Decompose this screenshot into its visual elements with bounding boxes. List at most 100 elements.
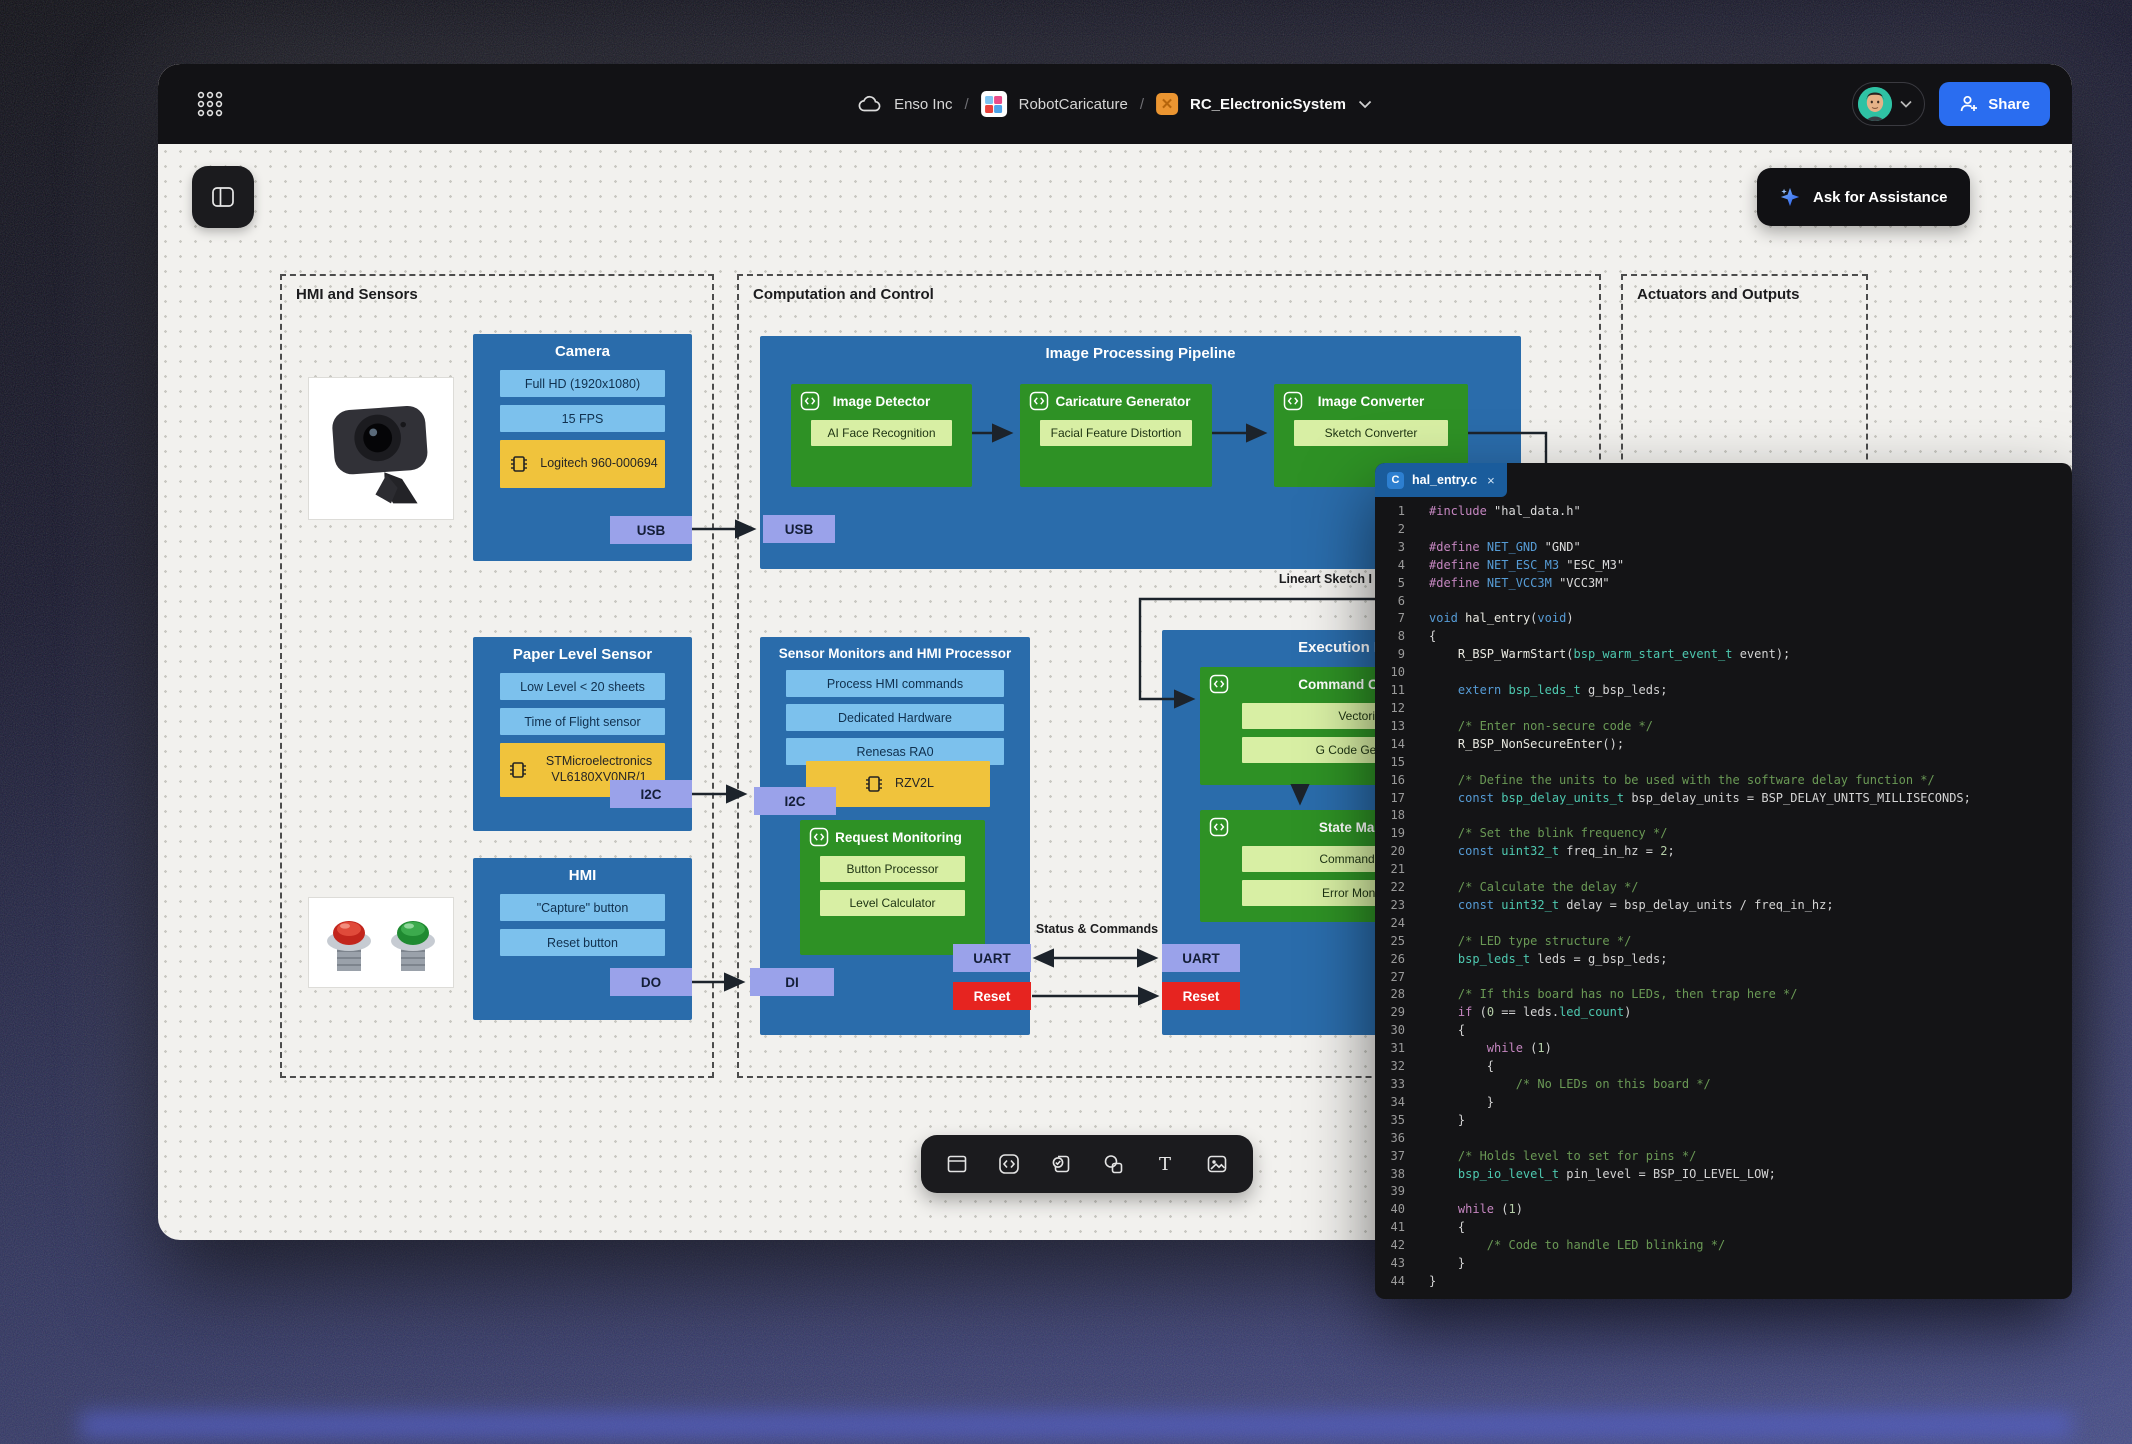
spec-row[interactable]: Low Level < 20 sheets xyxy=(500,673,665,700)
code-line: 18 xyxy=(1375,807,2072,825)
code-line: 41 { xyxy=(1375,1219,2072,1237)
text-icon: T xyxy=(1153,1152,1177,1176)
code-tool-button[interactable] xyxy=(992,1147,1026,1181)
section-title: Computation and Control xyxy=(753,286,934,303)
breadcrumb-org[interactable]: Enso Inc xyxy=(894,96,952,113)
code-line: 39 xyxy=(1375,1183,2072,1201)
block-title: Paper Level Sensor xyxy=(473,637,692,663)
spec-row[interactable]: Process HMI commands xyxy=(786,670,1004,697)
shapes-icon xyxy=(1101,1152,1125,1176)
toggle-sidebar-button[interactable] xyxy=(192,166,254,228)
account-menu[interactable] xyxy=(1852,82,1925,126)
camera-block[interactable]: Camera Full HD (1920x1080) 15 FPS Logite… xyxy=(473,334,692,561)
tab-filename: hal_entry.c xyxy=(1412,473,1477,487)
port-tag-usb[interactable]: USB xyxy=(610,516,692,544)
webcam-photo[interactable] xyxy=(308,377,454,520)
port-tag-do[interactable]: DO xyxy=(610,968,692,996)
person-plus-icon xyxy=(1959,94,1979,114)
image-detector-block[interactable]: Image Detector AI Face Recognition xyxy=(791,384,972,487)
code-line: 16 /* Define the units to be used with t… xyxy=(1375,772,2072,790)
code-icon xyxy=(800,391,820,414)
port-tag-i2c[interactable]: I2C xyxy=(610,780,692,808)
code-line: 28 /* If this board has no LEDs, then tr… xyxy=(1375,986,2072,1004)
caricature-generator-block[interactable]: Caricature Generator Facial Feature Dist… xyxy=(1020,384,1212,487)
code-line: 7void hal_entry(void) xyxy=(1375,610,2072,628)
shapes-tool-button[interactable] xyxy=(1096,1147,1130,1181)
breadcrumb-project[interactable]: RobotCaricature xyxy=(1019,96,1128,113)
chip-icon xyxy=(506,758,530,782)
breadcrumb: Enso Inc / RobotCaricature / ✕ RC_Electr… xyxy=(858,91,1372,117)
port-tag-di[interactable]: DI xyxy=(750,968,834,996)
desktop-background: { "topbar": { "org": "Enso Inc", "projec… xyxy=(0,0,2132,1444)
frame-tool-button[interactable] xyxy=(940,1147,974,1181)
code-line: 31 while (1) xyxy=(1375,1040,2072,1058)
stage-row[interactable]: Button Processor xyxy=(820,856,965,882)
hardware-label: RZV2L xyxy=(895,776,934,792)
close-icon[interactable]: × xyxy=(1487,473,1495,488)
code-line: 8{ xyxy=(1375,628,2072,646)
breadcrumb-separator: / xyxy=(1140,96,1144,113)
ask-assistance-button[interactable]: Ask for Assistance xyxy=(1757,168,1970,226)
code-line: 42 /* Code to handle LED blinking */ xyxy=(1375,1237,2072,1255)
chip-icon xyxy=(507,452,531,476)
code-icon xyxy=(1209,674,1229,697)
port-tag-uart[interactable]: UART xyxy=(953,944,1031,972)
spec-row[interactable]: Time of Flight sensor xyxy=(500,708,665,735)
paper-level-sensor-block[interactable]: Paper Level Sensor Low Level < 20 sheets… xyxy=(473,637,692,831)
block-title: Camera xyxy=(473,334,692,360)
code-line: 32 { xyxy=(1375,1058,2072,1076)
grid-dots-icon xyxy=(195,89,225,119)
code-line: 20 const uint32_t freq_in_hz = 2; xyxy=(1375,843,2072,861)
share-button[interactable]: Share xyxy=(1939,82,2050,126)
port-tag-reset[interactable]: Reset xyxy=(1162,982,1240,1010)
arcade-buttons-photo[interactable] xyxy=(308,897,454,988)
hmi-block[interactable]: HMI "Capture" button Reset button DO xyxy=(473,858,692,1020)
spec-row[interactable]: Dedicated Hardware xyxy=(786,704,1004,731)
code-line: 25 /* LED type structure */ xyxy=(1375,933,2072,951)
request-monitoring-block[interactable]: Request Monitoring Button Processor Leve… xyxy=(800,820,985,955)
code-editor-panel: C hal_entry.c × 1#include "hal_data.h"23… xyxy=(1375,463,2072,1299)
port-tag-uart[interactable]: UART xyxy=(1162,944,1240,972)
tab-hal-entry[interactable]: C hal_entry.c × xyxy=(1375,463,1507,497)
sparkle-icon xyxy=(1779,186,1801,208)
port-tag-usb[interactable]: USB xyxy=(763,515,835,543)
breadcrumb-file[interactable]: RC_ElectronicSystem xyxy=(1190,96,1346,113)
spec-row[interactable]: 15 FPS xyxy=(500,405,665,432)
port-tag-reset[interactable]: Reset xyxy=(953,982,1031,1010)
code-line: 37 /* Holds level to set for pins */ xyxy=(1375,1148,2072,1166)
frame-icon xyxy=(945,1152,969,1176)
sticker-icon xyxy=(1049,1152,1073,1176)
app-menu-button[interactable] xyxy=(190,84,230,124)
code-line: 2 xyxy=(1375,521,2072,539)
chevron-down-icon xyxy=(1900,100,1912,108)
code-line: 10 xyxy=(1375,664,2072,682)
code-icon xyxy=(1283,391,1303,414)
code-line: 23 const uint32_t delay = bsp_delay_unit… xyxy=(1375,897,2072,915)
stage-title: Image Detector xyxy=(833,394,931,409)
image-tool-button[interactable] xyxy=(1200,1147,1234,1181)
code-line: 21 xyxy=(1375,861,2072,879)
spec-row[interactable]: Full HD (1920x1080) xyxy=(500,370,665,397)
code-line: 6 xyxy=(1375,593,2072,611)
hardware-row[interactable]: Logitech 960-000694 xyxy=(500,440,665,488)
code-line: 34 } xyxy=(1375,1094,2072,1112)
project-icon xyxy=(981,91,1007,117)
breadcrumb-separator: / xyxy=(964,96,968,113)
text-tool-button[interactable]: T xyxy=(1148,1147,1182,1181)
spec-row[interactable]: "Capture" button xyxy=(500,894,665,921)
code-line: 4#define NET_ESC_M3 "ESC_M3" xyxy=(1375,557,2072,575)
stage-row[interactable]: Facial Feature Distortion xyxy=(1040,420,1192,446)
stage-row[interactable]: AI Face Recognition xyxy=(811,420,952,446)
code-line: 29 if (0 == leds.led_count) xyxy=(1375,1004,2072,1022)
code-editor[interactable]: 1#include "hal_data.h"23#define NET_GND … xyxy=(1375,497,2072,1291)
spec-row[interactable]: Reset button xyxy=(500,929,665,956)
sticker-tool-button[interactable] xyxy=(1044,1147,1078,1181)
topbar-right-cluster: Share xyxy=(1852,82,2050,126)
stage-row[interactable]: Level Calculator xyxy=(820,890,965,916)
code-icon xyxy=(997,1152,1021,1176)
sub-block-title: Request Monitoring xyxy=(835,830,962,845)
chevron-down-icon[interactable] xyxy=(1358,100,1372,109)
code-icon xyxy=(1209,817,1229,840)
port-tag-i2c[interactable]: I2C xyxy=(754,787,836,815)
stage-row[interactable]: Sketch Converter xyxy=(1294,420,1448,446)
